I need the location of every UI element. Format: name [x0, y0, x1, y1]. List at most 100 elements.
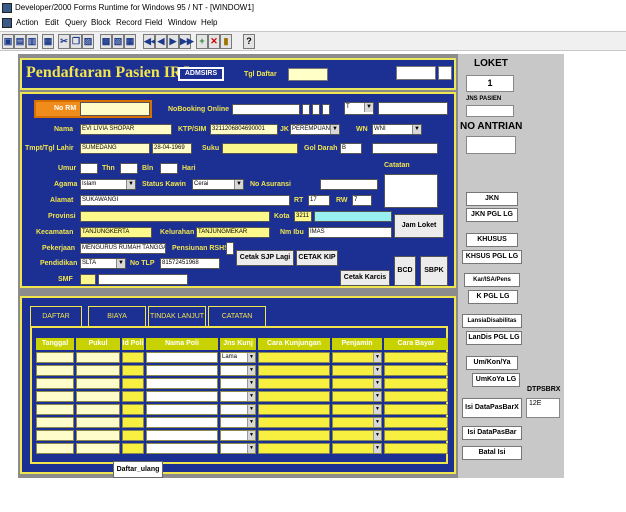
grid-cell-cara-kunjungan[interactable] [258, 443, 330, 454]
grid-cell-jns-kunj[interactable]: ▼ [220, 417, 256, 428]
grid-cell-id-poli[interactable] [122, 365, 144, 376]
pekerjaan-field[interactable]: MENGURUS RUMAH TANGGA [80, 243, 166, 254]
status-kawin-select[interactable]: Cerai ▼ [192, 179, 244, 190]
grid-cell-nama-poli[interactable] [146, 365, 218, 376]
lock-record-icon[interactable]: ▮ [220, 34, 232, 49]
k-pgl-lg-button[interactable]: K PGL LG [468, 290, 518, 304]
t-select[interactable]: T ▼ [344, 102, 374, 115]
print-icon[interactable]: ▤ [14, 34, 26, 49]
grid-cell-jns-kunj[interactable]: ▼ [220, 391, 256, 402]
grid-cell-nama-poli[interactable] [146, 430, 218, 441]
grid-cell-cara-bayar[interactable] [384, 391, 448, 402]
grid-cell-id-poli[interactable] [122, 378, 144, 389]
umkoya-lg-button[interactable]: UmKoYa LG [472, 373, 520, 387]
no-tlp-field[interactable]: 81572451968 [160, 258, 220, 269]
kelurahan-field[interactable]: TANJUNGMEKAR [196, 227, 270, 238]
window-menu-icon[interactable] [2, 18, 12, 28]
block-icon[interactable]: ▦ [42, 34, 54, 49]
wn-select[interactable]: WNI ▼ [372, 124, 422, 135]
grid-cell-id-poli[interactable] [122, 417, 144, 428]
cancel-query-icon[interactable]: ▦ [124, 34, 136, 49]
jam-loket-button[interactable]: Jam Loket [394, 214, 444, 238]
admsirs-button[interactable]: ADMSIRS [178, 67, 224, 81]
nobooking-check-1[interactable] [302, 104, 310, 115]
no-rm-field[interactable] [80, 102, 150, 116]
suku-field[interactable] [222, 143, 298, 154]
smf-code-field[interactable] [80, 274, 96, 285]
tempat-field[interactable]: SUMEDANG [80, 143, 150, 154]
grid-cell-cara-kunjungan[interactable] [258, 352, 330, 363]
kota-code-field[interactable]: 3211 [294, 211, 312, 222]
pendidikan-select[interactable]: SLTA ▼ [80, 258, 126, 269]
grid-cell-pukul[interactable] [76, 352, 120, 363]
grid-cell-cara-bayar[interactable] [384, 365, 448, 376]
grid-cell-id-poli[interactable] [122, 430, 144, 441]
no-antrian-field[interactable] [466, 136, 516, 154]
dtpsbrx-field[interactable]: 12E [526, 398, 560, 418]
alamat-field[interactable]: SUKAWANGI [80, 195, 290, 206]
save-icon[interactable]: ▣ [2, 34, 14, 49]
grid-cell-cara-bayar[interactable] [384, 443, 448, 454]
grid-cell-pukul[interactable] [76, 391, 120, 402]
nm-ibu-field[interactable]: IMAS [308, 227, 392, 238]
cetak-sjp-button[interactable]: Cetak SJP Lagi [236, 250, 294, 266]
grid-cell-tanggal[interactable] [36, 378, 74, 389]
grid-cell-cara-kunjungan[interactable] [258, 404, 330, 415]
loket-field[interactable]: 1 [466, 75, 514, 92]
paste-icon[interactable]: ▨ [82, 34, 94, 49]
delete-record-icon[interactable]: ✕ [208, 34, 220, 49]
bcd-button[interactable]: BCD [394, 256, 416, 286]
menu-window[interactable]: Window [168, 16, 196, 30]
grid-cell-id-poli[interactable] [122, 443, 144, 454]
asuransi-field[interactable] [320, 179, 378, 190]
prev-record-icon[interactable]: ◀ [155, 34, 167, 49]
grid-cell-tanggal[interactable] [36, 417, 74, 428]
tab-catatan[interactable]: CATATAN [208, 306, 266, 326]
tgl-daftar-field[interactable] [288, 68, 328, 81]
grid-cell-tanggal[interactable] [36, 352, 74, 363]
grid-cell-cara-bayar[interactable] [384, 404, 448, 415]
nobooking-check-3[interactable] [322, 104, 330, 115]
menu-action[interactable]: Action [16, 16, 38, 30]
cetak-kip-button[interactable]: CETAK KIP [296, 250, 338, 266]
grid-cell-penjamin[interactable]: ▼ [332, 378, 382, 389]
grid-cell-cara-kunjungan[interactable] [258, 430, 330, 441]
smf-name-field[interactable] [98, 274, 188, 285]
grid-cell-cara-bayar[interactable] [384, 352, 448, 363]
nobooking-check-2[interactable] [312, 104, 320, 115]
grid-cell-pukul[interactable] [76, 443, 120, 454]
kota-name-field[interactable] [314, 211, 392, 222]
lansia-disabilitas-button[interactable]: LansiaDisabilitas [462, 314, 522, 328]
grid-cell-penjamin[interactable]: ▼ [332, 352, 382, 363]
menu-help[interactable]: Help [201, 16, 217, 30]
t-text-field[interactable] [378, 102, 448, 115]
umur-thn-field[interactable] [80, 163, 98, 174]
khusus-button[interactable]: KHUSUS [466, 233, 518, 247]
grid-cell-jns-kunj[interactable]: ▼ [220, 430, 256, 441]
cut-icon[interactable]: ✂ [58, 34, 70, 49]
umur-bln-field[interactable] [120, 163, 138, 174]
grid-cell-pukul[interactable] [76, 417, 120, 428]
grid-cell-cara-bayar[interactable] [384, 417, 448, 428]
grid-cell-penjamin[interactable]: ▼ [332, 417, 382, 428]
menu-query[interactable]: Query [65, 16, 87, 30]
tgl-lahir-field[interactable]: 28-04-1969 [152, 143, 192, 154]
last-record-icon[interactable]: ▶▶ [179, 34, 194, 49]
grid-cell-jns-kunj[interactable]: ▼ [220, 404, 256, 415]
grid-cell-nama-poli[interactable] [146, 378, 218, 389]
grid-cell-penjamin[interactable]: ▼ [332, 443, 382, 454]
grid-cell-tanggal[interactable] [36, 365, 74, 376]
grid-cell-cara-kunjungan[interactable] [258, 365, 330, 376]
isi-datapasbar-button[interactable]: Isi DataPasBar [462, 426, 522, 440]
grid-cell-jns-kunj[interactable]: Lama ▼ [220, 352, 256, 363]
khsus-pgl-lg-button[interactable]: KHSUS PGL LG [462, 250, 522, 264]
jkn-pgl-lg-button[interactable]: JKN PGL LG [466, 208, 518, 222]
grid-cell-jns-kunj[interactable]: ▼ [220, 443, 256, 454]
grid-cell-nama-poli[interactable] [146, 404, 218, 415]
grid-cell-id-poli[interactable] [122, 391, 144, 402]
grid-cell-cara-bayar[interactable] [384, 378, 448, 389]
isi-datapasbarx-button[interactable]: Isi DataPasBarX [462, 398, 522, 418]
grid-cell-tanggal[interactable] [36, 430, 74, 441]
grid-cell-tanggal[interactable] [36, 404, 74, 415]
grid-cell-nama-poli[interactable] [146, 443, 218, 454]
